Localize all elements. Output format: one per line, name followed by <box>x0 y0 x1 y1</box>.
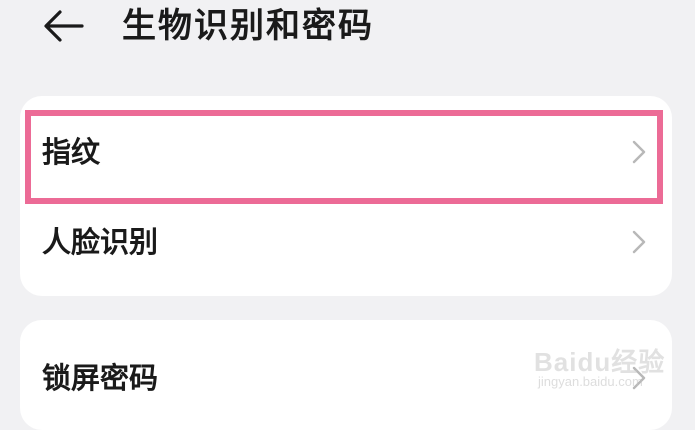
page-title: 生物识别和密码 <box>122 6 374 46</box>
back-button[interactable] <box>40 6 86 46</box>
header-bar: 生物识别和密码 <box>0 0 695 60</box>
face-recognition-label: 人脸识别 <box>42 225 159 259</box>
watermark: Baidu经验 jingyan.baidu.com <box>528 328 668 398</box>
face-recognition-item[interactable]: 人脸识别 <box>20 196 672 288</box>
fingerprint-label: 指纹 <box>42 135 101 169</box>
chevron-right-icon <box>632 230 646 254</box>
settings-group-biometrics: 指纹 人脸识别 <box>20 96 672 296</box>
watermark-url: jingyan.baidu.com <box>538 374 643 389</box>
fingerprint-item[interactable]: 指纹 <box>20 106 672 198</box>
arrow-left-icon <box>44 10 84 42</box>
lock-screen-password-label: 锁屏密码 <box>42 361 159 395</box>
chevron-right-icon <box>632 140 646 164</box>
